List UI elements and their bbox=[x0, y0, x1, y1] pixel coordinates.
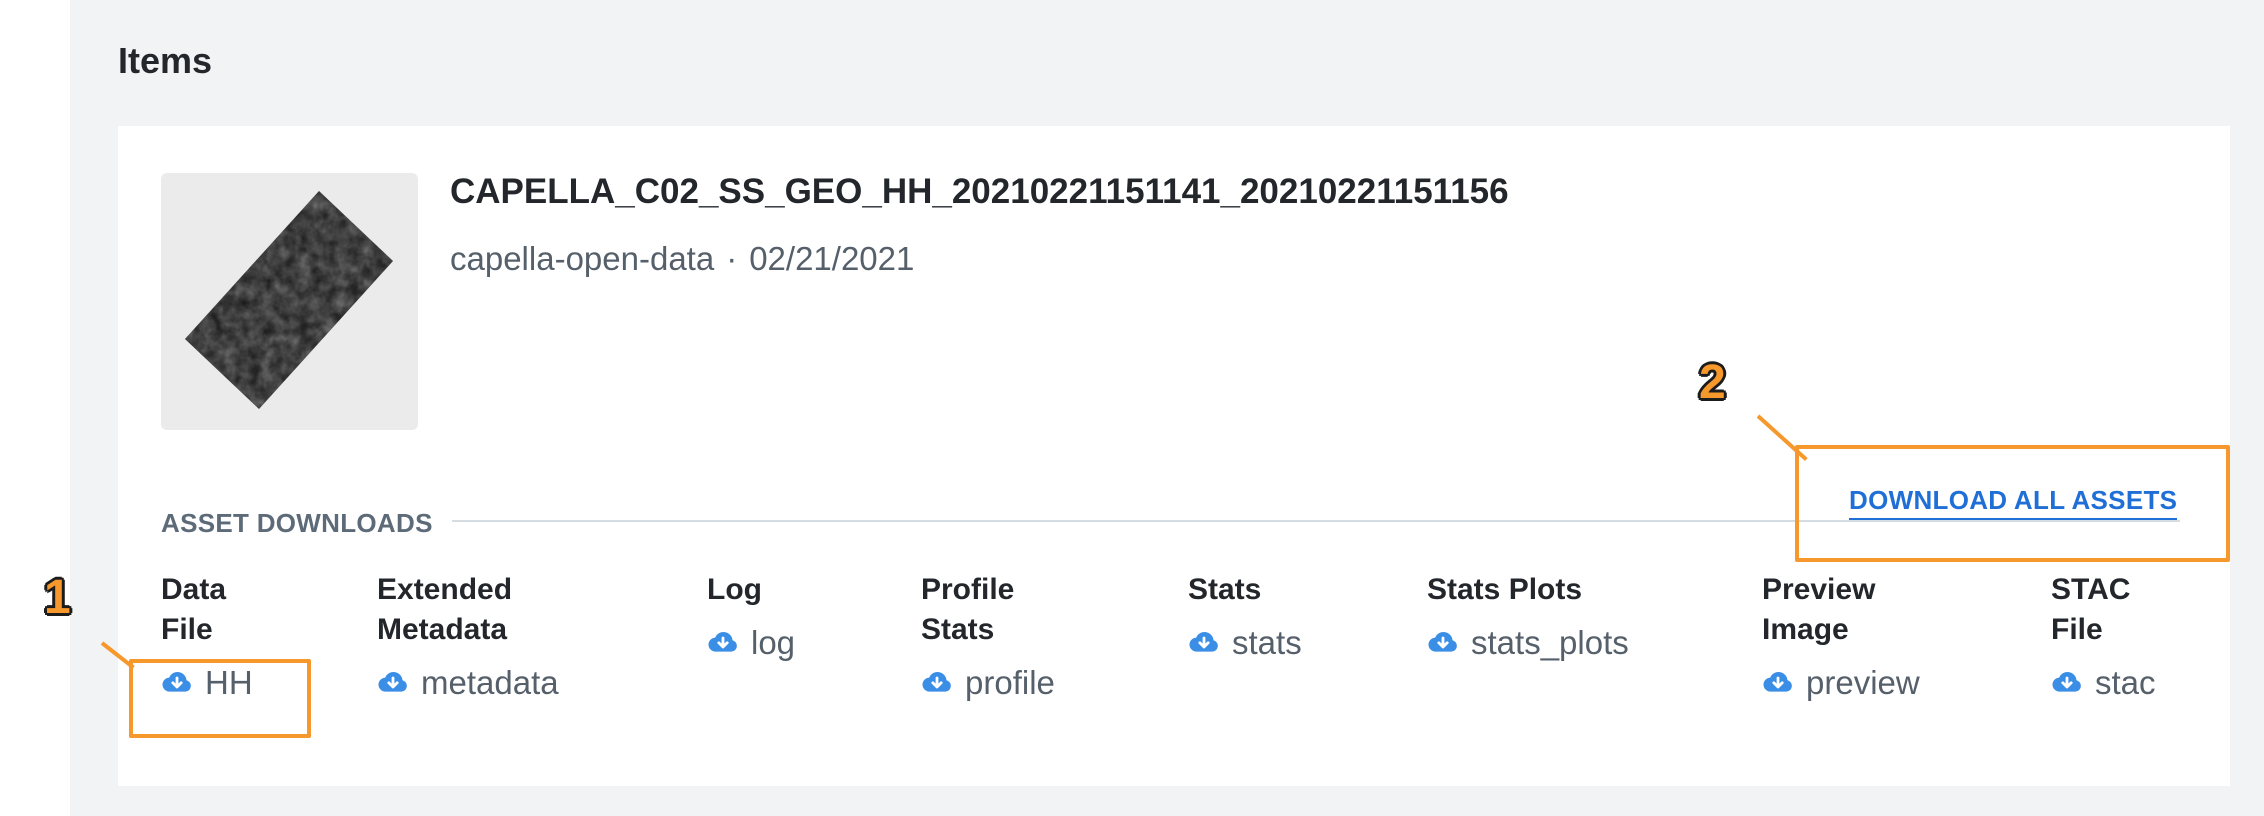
highlight-box-2 bbox=[1795, 445, 2230, 562]
asset-link-text: stats bbox=[1232, 624, 1302, 661]
asset-label-line: Extended bbox=[377, 573, 513, 606]
asset-item: Preview Image preview bbox=[1762, 570, 1920, 702]
asset-link-text: preview bbox=[1806, 664, 1920, 701]
asset-label-line: Stats bbox=[1188, 573, 1262, 606]
asset-link-text: stats_plots bbox=[1471, 624, 1629, 661]
asset-label: Extended Metadata bbox=[377, 570, 559, 650]
asset-label-line: Data bbox=[161, 573, 227, 606]
asset-label-line: File bbox=[2051, 613, 2103, 646]
item-thumbnail[interactable] bbox=[161, 173, 418, 430]
asset-link-text: stac bbox=[2095, 664, 2156, 701]
asset-download-link[interactable]: metadata bbox=[377, 664, 559, 702]
asset-item: Profile Stats profile bbox=[921, 570, 1055, 702]
asset-label: Data File bbox=[161, 570, 253, 650]
item-meta: capella-open-data · 02/21/2021 bbox=[450, 240, 914, 278]
annotation-marker-2: 2 bbox=[1699, 356, 1726, 409]
section-title: Items bbox=[118, 40, 213, 81]
asset-label: Profile Stats bbox=[921, 570, 1055, 650]
asset-download-link[interactable]: log bbox=[707, 624, 795, 662]
item-title[interactable]: CAPELLA_C02_SS_GEO_HH_20210221151141_202… bbox=[450, 172, 1509, 212]
asset-item: Extended Metadata metadata bbox=[377, 570, 559, 702]
asset-label-line: STAC bbox=[2051, 573, 2131, 606]
asset-label-line: Stats Plots bbox=[1427, 573, 1583, 606]
asset-download-link[interactable]: stac bbox=[2051, 664, 2156, 702]
asset-label-line: File bbox=[161, 613, 213, 646]
item-date: 02/21/2021 bbox=[749, 240, 915, 277]
asset-download-link[interactable]: preview bbox=[1762, 664, 1920, 702]
cloud-download-icon bbox=[922, 671, 951, 692]
highlight-box-1 bbox=[129, 659, 311, 738]
sar-image-thumbnail bbox=[185, 191, 393, 409]
asset-label-line: Preview bbox=[1762, 573, 1876, 606]
cloud-download-icon bbox=[1189, 631, 1218, 652]
asset-item: Log log bbox=[707, 570, 795, 662]
meta-separator: · bbox=[726, 240, 738, 277]
asset-link-text: metadata bbox=[421, 664, 559, 701]
asset-label: Log bbox=[707, 570, 795, 610]
item-collection[interactable]: capella-open-data bbox=[450, 240, 714, 277]
asset-item: Stats Plots stats_plots bbox=[1427, 570, 1629, 662]
asset-label-line: Metadata bbox=[377, 613, 508, 646]
cloud-download-icon bbox=[1763, 671, 1792, 692]
asset-item: STAC File stac bbox=[2051, 570, 2156, 702]
asset-download-link[interactable]: stats_plots bbox=[1427, 624, 1629, 662]
asset-download-link[interactable]: profile bbox=[921, 664, 1055, 702]
asset-download-link[interactable]: stats bbox=[1188, 624, 1302, 662]
cloud-download-icon bbox=[378, 671, 407, 692]
annotation-marker-1: 1 bbox=[44, 571, 71, 624]
asset-label-line: Log bbox=[707, 573, 762, 606]
asset-item: Stats stats bbox=[1188, 570, 1302, 662]
cloud-download-icon bbox=[2052, 671, 2081, 692]
asset-link-text: log bbox=[751, 624, 796, 661]
asset-label: STAC File bbox=[2051, 570, 2156, 650]
asset-label: Stats bbox=[1188, 570, 1302, 610]
asset-label-line: Image bbox=[1762, 613, 1849, 646]
asset-downloads-heading: ASSET DOWNLOADS bbox=[161, 508, 433, 538]
cloud-download-icon bbox=[708, 631, 737, 652]
asset-label-line: Stats bbox=[921, 613, 995, 646]
asset-link-text: profile bbox=[965, 664, 1055, 701]
asset-label: Preview Image bbox=[1762, 570, 1920, 650]
cloud-download-icon bbox=[1428, 631, 1457, 652]
asset-label-line: Profile bbox=[921, 573, 1015, 606]
asset-label: Stats Plots bbox=[1427, 570, 1629, 610]
